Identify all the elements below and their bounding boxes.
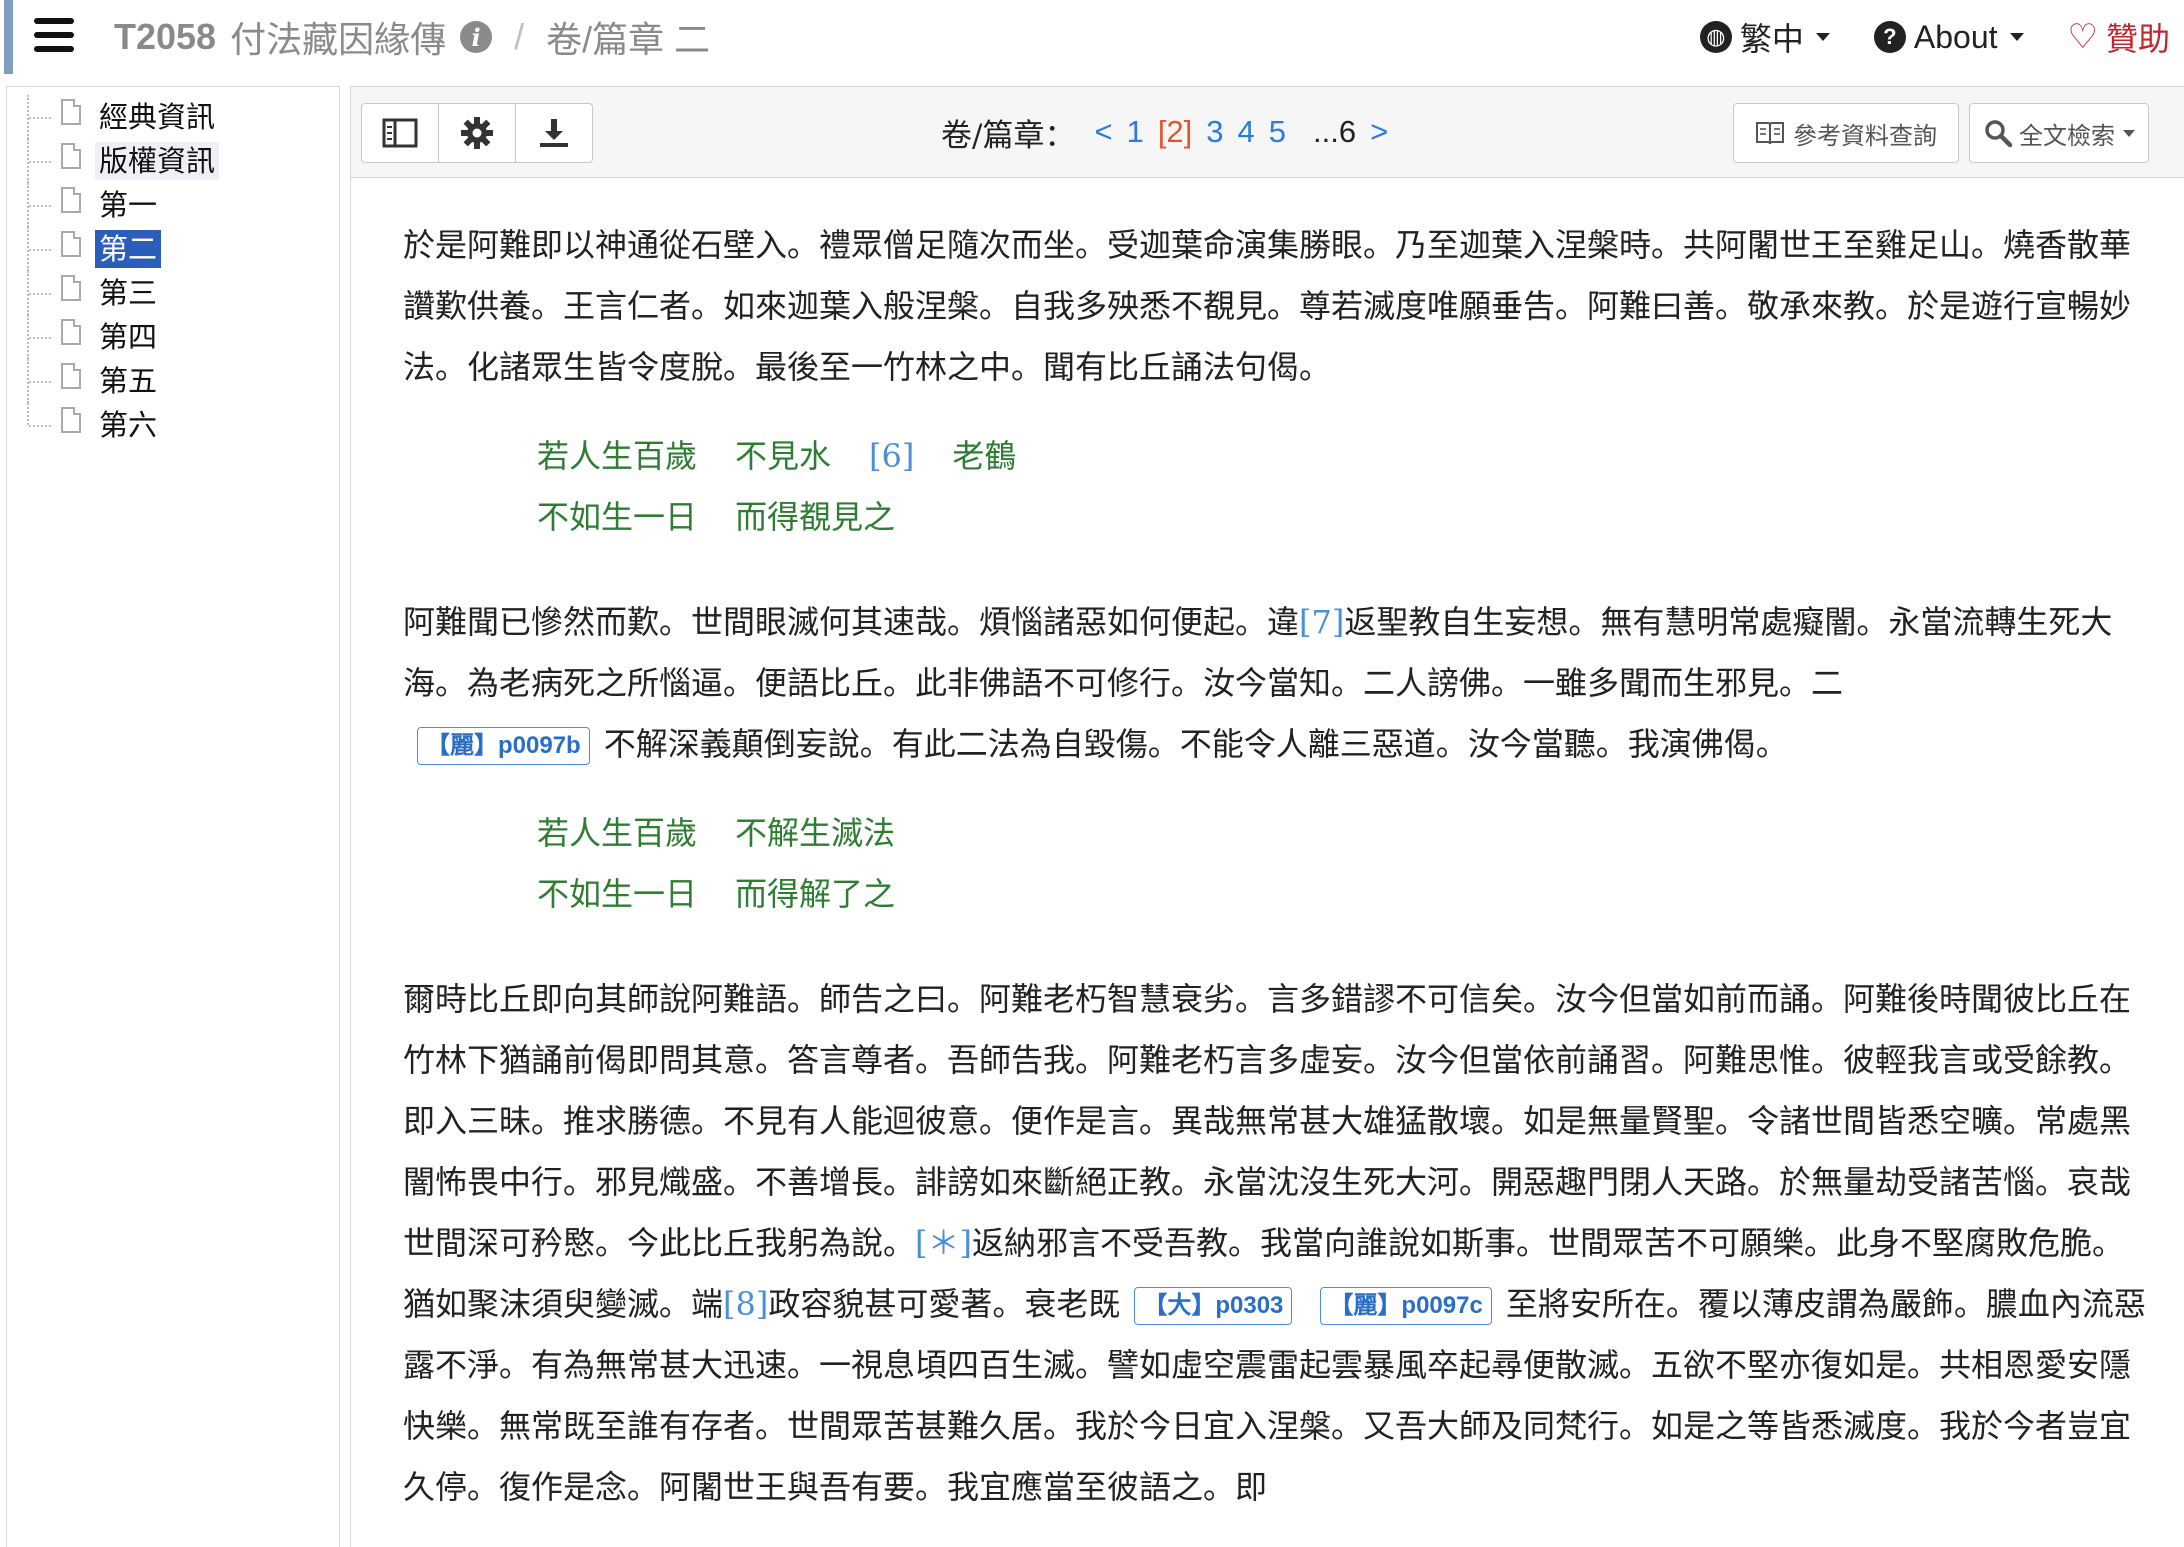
verse-line: 不如生一日 而得覩見之 [537, 498, 896, 536]
juan-link-4[interactable]: 4 [1238, 114, 1255, 150]
main-panel: 卷/篇章： < 1 [2] 3 4 5 ...6 > 參考資料查詢 全文檢索 於… [350, 86, 2184, 1547]
juan-link-5[interactable]: 5 [1269, 114, 1286, 150]
paragraph-1: 於是阿難即以神通從石壁入。禮眾僧足隨次而坐。受迦葉命演集勝眼。乃至迦葉入涅槃時。… [403, 226, 2132, 386]
globe-icon: ◍ [1699, 21, 1732, 53]
download-icon [540, 119, 568, 147]
juan-link-3[interactable]: 3 [1206, 114, 1223, 150]
page-icon [61, 319, 81, 345]
info-icon[interactable]: i [460, 21, 493, 53]
text-title: 付法藏因緣傳 [230, 19, 447, 60]
juan-current: [2] [1157, 114, 1193, 149]
accent-bar [4, 0, 13, 74]
juan-pagination: 卷/篇章： < 1 [2] 3 4 5 ...6 > [941, 109, 1395, 155]
chevron-down-icon [1815, 33, 1830, 41]
sidebar-item-juan-2[interactable]: 第二 [21, 227, 219, 271]
sidebar-item-juan-6[interactable]: 第六 [21, 403, 219, 447]
paragraph-2: 阿難聞已慘然而歎。世間眼滅何其速哉。煩惱諸惡如何便起。違[7]返聖教自生妄想。無… [403, 603, 2113, 765]
language-label: 繁中 [1739, 21, 1804, 57]
verse-line: 若人生百歲 不解生滅法 [537, 814, 896, 852]
reader-toolbar: 卷/篇章： < 1 [2] 3 4 5 ...6 > 參考資料查詢 全文檢索 [351, 87, 2184, 178]
verse-line: 不如生一日 而得解了之 [537, 875, 896, 913]
sidebar-item-label: 第一 [99, 188, 158, 222]
sidebar-toggle-icon [382, 118, 418, 148]
top-navbar: T2058 付法藏因緣傳 i / 卷/篇章 二 ◍ 繁中 ? About ♡ 贊… [0, 0, 2184, 78]
page-ref-badge[interactable]: 【麗】p0097c [1320, 1287, 1492, 1325]
page-icon [61, 231, 81, 257]
note-link[interactable]: [6] [869, 437, 914, 475]
sidebar-item-sutra-info[interactable]: 經典資訊 [21, 95, 219, 139]
sidebar-item-label: 第三 [99, 276, 158, 310]
settings-button[interactable] [439, 104, 516, 162]
page-icon [61, 275, 81, 301]
juan-link-1[interactable]: 1 [1127, 114, 1144, 150]
donate-label: 贊助 [2105, 21, 2170, 57]
sidebar-item-label: 第五 [99, 364, 158, 398]
language-dropdown[interactable]: ◍ 繁中 [1699, 14, 1830, 60]
page-title: T2058 付法藏因緣傳 i / 卷/篇章 二 [114, 12, 710, 62]
note-link[interactable]: [7] [1299, 603, 1344, 641]
toolbar-button-group [361, 103, 593, 163]
reference-lookup-label: 參考資料查詢 [1793, 121, 1937, 150]
page-ref-badge[interactable]: 【大】p0303 [1134, 1287, 1293, 1325]
sidebar-item-label: 版權資訊 [95, 142, 220, 180]
sidebar-item-label: 第六 [99, 408, 158, 442]
sidebar-item-label: 第四 [99, 320, 158, 354]
next-juan-link[interactable]: > [1370, 114, 1388, 150]
gear-icon [461, 117, 493, 149]
download-button[interactable] [516, 104, 592, 162]
note-link[interactable]: [8] [723, 1285, 768, 1323]
sidebar-item-copyright[interactable]: 版權資訊 [21, 139, 220, 183]
text-code: T2058 [114, 16, 217, 57]
page-icon [61, 143, 81, 169]
note-link[interactable]: [＊] [915, 1224, 972, 1262]
fulltext-search-label: 全文檢索 [2019, 121, 2115, 150]
page-ref-badge[interactable]: 【麗】p0097b [417, 727, 590, 765]
verse-1: 若人生百歲 不見水 [6] 老鶴 不如生一日 而得覩見之 [537, 426, 2153, 548]
juan-label: 卷/篇章： [941, 117, 1076, 154]
donate-link[interactable]: ♡ 贊助 [2068, 14, 2171, 60]
sidebar-item-juan-1[interactable]: 第一 [21, 183, 219, 227]
chevron-down-icon [2009, 33, 2024, 41]
sidebar-item-juan-4[interactable]: 第四 [21, 315, 219, 359]
right-nav: ◍ 繁中 ? About ♡ 贊助 [1699, 12, 2184, 62]
sidebar-tree: 經典資訊 版權資訊 第一 第二 第三 第四 第五 第六 [6, 86, 340, 1547]
prev-juan-link[interactable]: < [1094, 114, 1112, 150]
heart-icon: ♡ [2067, 18, 2098, 56]
about-label: About [1913, 18, 1998, 55]
juan-link-6[interactable]: ...6 [1313, 114, 1356, 150]
page-icon [61, 407, 81, 433]
sidebar-item-juan-5[interactable]: 第五 [21, 359, 219, 403]
sidebar-item-label: 經典資訊 [99, 100, 216, 134]
verse-2: 若人生百歲 不解生滅法 不如生一日 而得解了之 [537, 803, 2153, 925]
paragraph-3: 爾時比丘即向其師說阿難語。師告之曰。阿難老朽智慧衰劣。言多錯謬不可信矣。汝今但當… [403, 980, 2146, 1506]
chevron-down-icon [2123, 129, 2135, 137]
toggle-sidebar-button[interactable] [362, 104, 439, 162]
about-dropdown[interactable]: ? About [1873, 18, 2024, 56]
reference-lookup-button[interactable]: 參考資料查詢 [1733, 103, 1959, 163]
search-icon [1985, 120, 2013, 148]
sidebar-item-juan-3[interactable]: 第三 [21, 271, 219, 315]
verse-line: 若人生百歲 不見水 [6] 老鶴 [537, 437, 1017, 475]
sutra-content: 於是阿難即以神通從石壁入。禮眾僧足隨次而坐。受迦葉命演集勝眼。乃至迦葉入涅槃時。… [403, 215, 2153, 1518]
sidebar-item-label: 第二 [95, 230, 162, 268]
page-icon [61, 99, 81, 125]
breadcrumb-separator: / [514, 16, 525, 57]
page-icon [61, 363, 81, 389]
hamburger-icon[interactable] [34, 18, 74, 52]
tree-list: 經典資訊 版權資訊 第一 第二 第三 第四 第五 第六 [21, 95, 220, 447]
fulltext-search-dropdown[interactable]: 全文檢索 [1969, 103, 2149, 163]
question-circle-icon: ? [1873, 21, 1906, 53]
section-title: 卷/篇章 二 [546, 19, 711, 60]
page-icon [61, 187, 81, 213]
book-icon [1756, 122, 1784, 145]
